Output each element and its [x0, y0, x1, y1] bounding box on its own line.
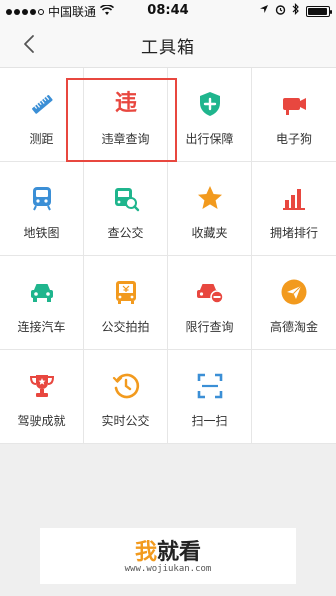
tool-travel-protection[interactable]: 出行保障	[168, 68, 252, 162]
tool-label: 公交拍拍	[101, 320, 150, 334]
location-arrow-icon	[259, 4, 269, 17]
paper-plane-icon	[280, 278, 308, 306]
clock-icon	[112, 372, 140, 400]
tool-label: 连接汽车	[17, 320, 66, 334]
tool-bus-photo[interactable]: 公交拍拍	[84, 256, 168, 350]
tool-driving-achievement[interactable]: 驾驶成就	[0, 350, 84, 444]
watermark-title: 我就看	[40, 534, 296, 566]
battery-icon	[306, 5, 332, 17]
shield-plus-icon	[196, 90, 224, 118]
tool-subway-map[interactable]: 地铁图	[0, 162, 84, 256]
violation-icon: 违	[112, 90, 140, 118]
camera-icon	[280, 90, 308, 118]
tool-gaode-taojin[interactable]: 高德淘金	[252, 256, 336, 350]
tool-grid: 测距 违 违章查询 出行保障 电子狗 地铁图 查公交 收藏夹 拥堵排行 连接汽车…	[0, 68, 336, 444]
tool-label: 实时公交	[101, 414, 150, 428]
tool-label: 电子狗	[275, 132, 312, 146]
watermark-url: www.wojiukan.com	[124, 564, 212, 574]
watermark-rest: 就看	[157, 540, 202, 565]
tool-realtime-bus[interactable]: 实时公交	[84, 350, 168, 444]
tool-label: 出行保障	[185, 132, 234, 146]
car-icon	[28, 278, 56, 306]
navigation-bar: 工具箱	[0, 20, 336, 68]
status-right	[259, 3, 332, 18]
tool-connect-car[interactable]: 连接汽车	[0, 256, 84, 350]
tool-label: 限行查询	[185, 320, 234, 334]
page-title: 工具箱	[141, 38, 195, 58]
watermark-logo: 我就看 www.wojiukan.com	[40, 528, 296, 584]
tool-violation-query[interactable]: 违 违章查询	[84, 68, 168, 162]
bluetooth-icon	[292, 3, 300, 18]
bus-search-icon	[112, 184, 140, 212]
tool-label: 高德淘金	[269, 320, 318, 334]
tool-bus-search[interactable]: 查公交	[84, 162, 168, 256]
star-icon	[196, 184, 224, 212]
watermark-accent: 我	[134, 540, 157, 565]
tool-label: 拥堵排行	[269, 226, 318, 240]
tool-label: 地铁图	[23, 226, 60, 240]
tool-label: 违章查询	[101, 132, 150, 146]
status-bar: 中国联通 08:44	[0, 0, 336, 20]
alarm-icon	[275, 4, 286, 18]
scan-icon	[196, 372, 224, 400]
tool-traffic-restriction[interactable]: 限行查询	[168, 256, 252, 350]
tool-speed-camera[interactable]: 电子狗	[252, 68, 336, 162]
ruler-icon	[28, 90, 56, 118]
empty-grid-cell	[252, 350, 336, 444]
violation-icon-glyph: 违	[114, 91, 137, 116]
tool-label: 驾驶成就	[17, 414, 66, 428]
tool-congestion-ranking[interactable]: 拥堵排行	[252, 162, 336, 256]
bar-chart-icon	[280, 184, 308, 212]
tool-label: 查公交	[107, 226, 144, 240]
tool-label: 扫一扫	[191, 414, 228, 428]
car-restrict-icon	[196, 278, 224, 306]
subway-icon	[28, 184, 56, 212]
tool-favorites[interactable]: 收藏夹	[168, 162, 252, 256]
tool-scan[interactable]: 扫一扫	[168, 350, 252, 444]
tool-label: 收藏夹	[191, 226, 228, 240]
tool-ruler[interactable]: 测距	[0, 68, 84, 162]
trophy-icon	[28, 372, 56, 400]
bus-photo-icon	[112, 278, 140, 306]
tool-label: 测距	[29, 132, 54, 146]
